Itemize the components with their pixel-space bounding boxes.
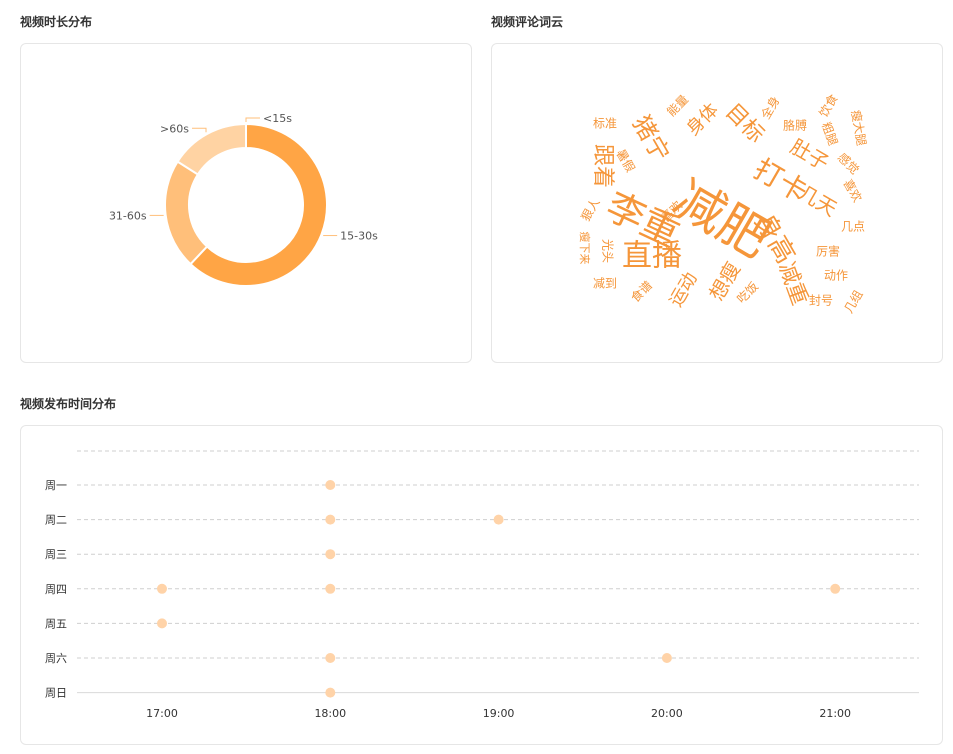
wordcloud-word: 全身 xyxy=(758,93,783,121)
wordcloud-word: 暑假 xyxy=(613,147,637,175)
wordcloud-title: 视频评论词云 xyxy=(491,15,564,29)
scatter-point[interactable] xyxy=(157,618,167,629)
wordcloud-word: 运动 xyxy=(665,269,701,311)
scatter-point[interactable] xyxy=(325,514,336,525)
wordcloud-word: 光头 xyxy=(601,239,615,263)
wordcloud-word: 动作 xyxy=(824,269,848,283)
y-tick-label: 周二 xyxy=(45,514,67,527)
wordcloud-word: 食谱 xyxy=(627,277,655,305)
y-tick-label: 周三 xyxy=(45,548,67,561)
scatter-point[interactable] xyxy=(830,583,841,594)
wordcloud-word: 身体 xyxy=(682,99,722,139)
wordcloud-word: 吃饭 xyxy=(734,279,761,306)
wordcloud-word: 减到 xyxy=(593,277,617,291)
scatter-point[interactable] xyxy=(325,687,336,698)
y-tick-label: 周日 xyxy=(45,687,67,700)
wordcloud-word: 几点 xyxy=(841,220,865,234)
publish-time-chart-title: 视频发布时间分布 xyxy=(20,397,117,411)
donut-label: 15-30s xyxy=(340,230,378,243)
duration-donut-chart: <15s 15-30s 31-60s >60s xyxy=(109,112,378,287)
scatter-point[interactable] xyxy=(325,549,336,560)
donut-label-line xyxy=(245,117,260,122)
wordcloud-word: 饮食 xyxy=(816,91,841,119)
donut-label: 31-60s xyxy=(109,209,147,222)
wordcloud-word: 厉害 xyxy=(816,244,840,259)
wordcloud-word: 封号 xyxy=(809,294,833,308)
wordcloud-word: 能量 xyxy=(664,92,691,119)
scatter-point[interactable] xyxy=(325,480,336,490)
scatter-point[interactable] xyxy=(661,653,672,663)
wordcloud-word: 粗腿 xyxy=(819,120,840,147)
wordcloud-word: 减重 xyxy=(773,259,812,309)
x-tick-label: 17:00 xyxy=(146,707,178,720)
y-tick-label: 周一 xyxy=(45,479,67,492)
x-tick-label: 18:00 xyxy=(314,707,346,720)
wordcloud-word: 目标 xyxy=(720,99,769,148)
donut-slice[interactable] xyxy=(164,160,209,266)
x-tick-label: 20:00 xyxy=(651,707,683,720)
donut-label-line xyxy=(192,127,207,133)
wordcloud-word: 瘦下来 xyxy=(578,232,592,265)
wordcloud-card: 减肥 李重 直播 打卡 身高 猪宁 目标 跟着 肚子 几天 减重 想瘦 运动 标准 身体 能量 全身 饮食 瘦大腿胳… xyxy=(491,43,943,363)
wordcloud-word: 跟着 xyxy=(590,144,615,188)
wordcloud-word: 标准 xyxy=(593,117,617,131)
scatter-point[interactable] xyxy=(325,653,336,663)
publish-time-scatter-chart: 周一周二周三周四周五周六周日 17:00 18:00 19:00 20:00 21:00 xyxy=(45,450,919,720)
donut-label: <15s xyxy=(263,112,292,125)
wordcloud-word: 猪宁 xyxy=(627,111,675,167)
scatter-point[interactable] xyxy=(157,583,167,594)
wordcloud-word: 胳膊 xyxy=(783,119,807,133)
y-tick-label: 周六 xyxy=(45,652,67,665)
donut-label: >60s xyxy=(160,122,189,135)
publish-time-chart-card: 周一周二周三周四周五周六周日 17:00 18:00 19:00 20:00 21:00 xyxy=(20,425,943,745)
wordcloud-word: 狠人 xyxy=(579,196,603,224)
x-tick-label: 21:00 xyxy=(819,707,851,720)
y-tick-label: 周五 xyxy=(45,617,67,630)
wordcloud-word: 瘦大腿 xyxy=(848,109,869,147)
duration-chart-card: <15s 15-30s 31-60s >60s xyxy=(20,43,472,363)
scatter-point[interactable] xyxy=(493,514,504,525)
scatter-point[interactable] xyxy=(325,583,336,594)
comment-wordcloud: 减肥李重直播打卡身高猪宁 目标跟着 肚子几天减重想瘦运动标准 身体能量 全身 饮食瘦大腿胳… xyxy=(578,91,869,316)
duration-chart-title: 视频时长分布 xyxy=(20,15,93,29)
wordcloud-word: 感觉 xyxy=(835,149,863,177)
wordcloud-word: 直播 xyxy=(622,239,682,274)
y-tick-label: 周四 xyxy=(45,583,67,596)
x-tick-label: 19:00 xyxy=(483,707,515,720)
wordcloud-word: 喜欢 xyxy=(840,176,865,204)
wordcloud-word: 几组 xyxy=(842,288,866,316)
